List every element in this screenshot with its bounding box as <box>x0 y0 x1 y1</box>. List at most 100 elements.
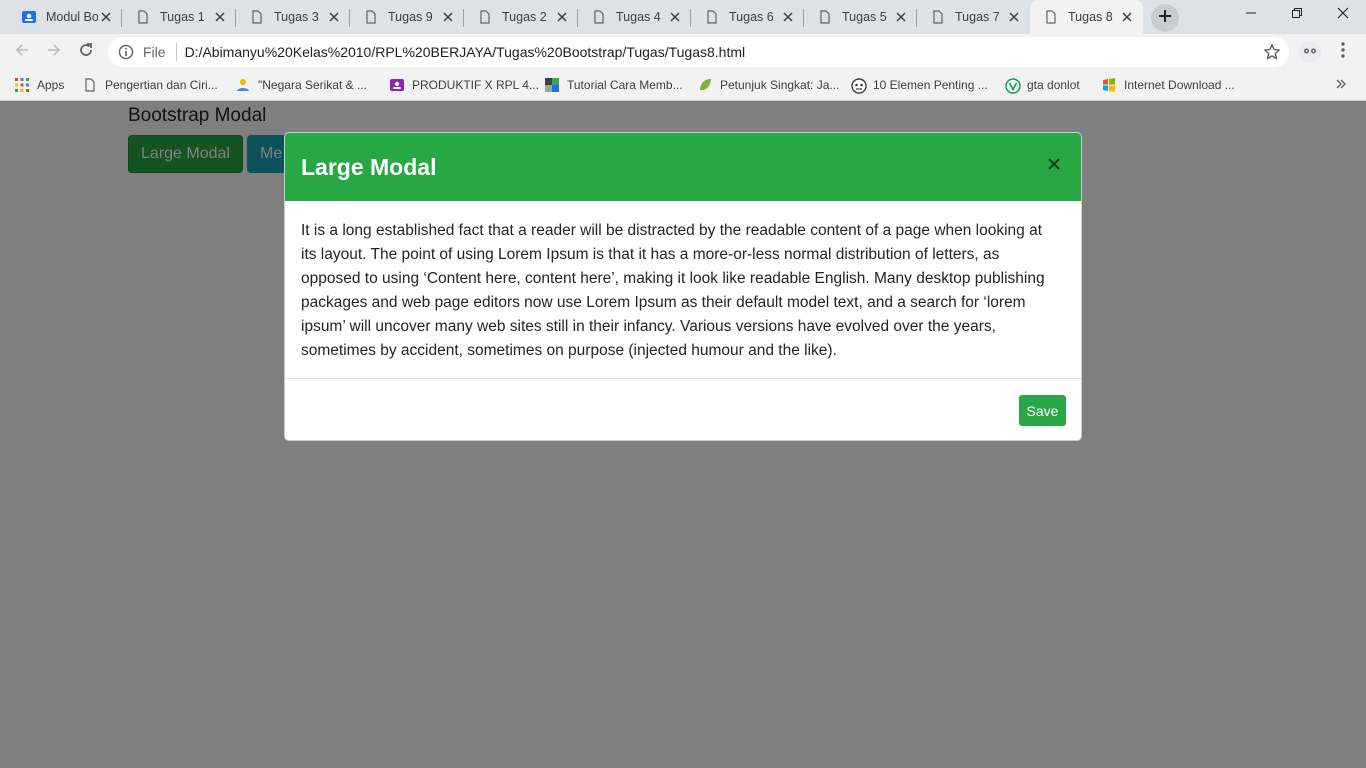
bookmark-negara-serikat[interactable]: "Negara Serikat & ... <box>236 70 367 99</box>
arrow-left-icon <box>14 42 30 63</box>
address-bar[interactable]: File D:/Abimanyu%20Kelas%2010/RPL%20BERJ… <box>108 37 1289 67</box>
url-text[interactable]: D:/Abimanyu%20Kelas%2010/RPL%20BERJAYA/T… <box>185 44 746 60</box>
document-icon <box>705 10 719 24</box>
browser-menu-button[interactable] <box>1333 41 1353 63</box>
document-icon <box>250 10 264 24</box>
tab-tugas-8[interactable]: Tugas 8 <box>1030 0 1143 34</box>
tab-modul-bootstrap[interactable]: Modul Bootstrap <box>8 0 122 34</box>
tab-tugas-1[interactable]: Tugas 1 <box>122 0 236 34</box>
document-icon <box>592 10 606 24</box>
modal-title: Large Modal <box>301 153 437 180</box>
close-icon[interactable] <box>554 9 570 25</box>
close-icon[interactable] <box>440 9 456 25</box>
close-icon[interactable] <box>212 9 228 25</box>
bookmark-apps[interactable]: Apps <box>15 70 64 99</box>
bookmark-tutorial[interactable]: Tutorial Cara Memb... <box>545 70 683 99</box>
close-icon <box>1048 157 1060 175</box>
browser-toolbar: File D:/Abimanyu%20Kelas%2010/RPL%20BERJ… <box>0 34 1366 70</box>
site-icon <box>545 77 559 92</box>
bookmark-internet-download[interactable]: Internet Download ... <box>1102 70 1235 99</box>
minimize-button[interactable] <box>1228 0 1274 30</box>
bookmark-petunjuk[interactable]: Petunjuk Singkat: Ja... <box>698 70 839 99</box>
tab-tugas-5[interactable]: Tugas 5 <box>804 0 917 34</box>
bookmark-label: Tutorial Cara Memb... <box>567 77 683 92</box>
info-icon[interactable] <box>118 44 134 60</box>
save-button[interactable]: Save <box>1019 395 1066 426</box>
profile-avatar[interactable] <box>1299 41 1321 63</box>
site-icon <box>236 78 250 92</box>
close-icon[interactable] <box>1119 9 1135 25</box>
incognito-icon <box>1302 43 1318 61</box>
document-icon <box>364 10 378 24</box>
tab-tugas-3[interactable]: Tugas 3 <box>236 0 350 34</box>
close-icon <box>1337 6 1349 24</box>
minimize-icon <box>1245 6 1257 24</box>
bookmark-10-elemen[interactable]: 10 Elemen Penting ... <box>851 70 988 99</box>
tab-title: Tugas 8 <box>1068 10 1113 24</box>
classroom-icon <box>390 78 404 92</box>
tab-title: Tugas 9 <box>388 10 433 24</box>
tab-title: Tugas 5 <box>842 10 887 24</box>
restore-button[interactable] <box>1274 0 1320 30</box>
tab-title: Modul Bootstrap <box>46 10 98 24</box>
bookmark-pengertian[interactable]: Pengertian dan Ciri... <box>83 70 218 99</box>
chevron-double-right-icon <box>1336 76 1346 92</box>
plus-icon <box>1158 9 1172 28</box>
scheme-label: File <box>143 44 166 60</box>
bookmark-label: Petunjuk Singkat: Ja... <box>720 77 840 92</box>
document-icon <box>478 10 492 24</box>
tab-title: Tugas 3 <box>274 10 319 24</box>
forward-button[interactable] <box>40 38 68 66</box>
bookmark-label: "Negara Serikat & ... <box>258 77 367 92</box>
close-icon[interactable] <box>1006 9 1022 25</box>
close-icon[interactable] <box>893 9 909 25</box>
tab-tugas-6[interactable]: Tugas 6 <box>691 0 804 34</box>
large-modal: Large Modal It is a long established fac… <box>284 132 1082 441</box>
bookmark-label: Apps <box>37 77 65 92</box>
restore-icon <box>1291 6 1303 24</box>
new-tab-button[interactable] <box>1151 4 1179 32</box>
tab-title: Tugas 7 <box>955 10 1000 24</box>
classroom-icon <box>22 10 36 24</box>
tab-tugas-4[interactable]: Tugas 4 <box>578 0 691 34</box>
tab-title: Tugas 4 <box>616 10 661 24</box>
tab-tugas-7[interactable]: Tugas 7 <box>917 0 1030 34</box>
arrow-right-icon <box>46 42 62 63</box>
tab-tugas-2[interactable]: Tugas 2 <box>464 0 578 34</box>
modal-header: Large Modal <box>285 133 1081 201</box>
tab-title: Tugas 6 <box>729 10 774 24</box>
v-logo-icon <box>1005 77 1021 94</box>
close-icon[interactable] <box>667 9 683 25</box>
document-icon <box>136 10 150 24</box>
modal-body-text: It is a long established fact that a rea… <box>301 222 1045 359</box>
tab-title: Tugas 1 <box>160 10 205 24</box>
document-icon <box>1044 10 1058 24</box>
face-icon <box>851 77 867 94</box>
tab-strip: Modul Bootstrap Tugas 1 Tugas 3 Tugas 9 … <box>0 0 1366 34</box>
bookmarks-bar: Apps Pengertian dan Ciri... "Negara Seri… <box>0 70 1366 101</box>
bookmarks-overflow-button[interactable] <box>1336 76 1346 92</box>
close-icon[interactable] <box>98 9 114 25</box>
bookmark-label: gta donlot <box>1027 77 1080 92</box>
reload-icon <box>78 42 94 63</box>
close-icon[interactable] <box>326 9 342 25</box>
omnibox-divider <box>175 43 177 61</box>
document-icon <box>83 77 97 92</box>
bookmark-produktif[interactable]: PRODUKTIF X RPL 4... <box>390 70 539 99</box>
modal-close-button[interactable] <box>1043 155 1065 177</box>
apps-grid-icon <box>15 77 29 92</box>
bookmark-gta-donlot[interactable]: gta donlot <box>1005 70 1080 99</box>
modal-footer: Save <box>285 378 1081 440</box>
more-vert-icon <box>1341 41 1345 63</box>
bookmark-label: PRODUKTIF X RPL 4... <box>412 77 539 92</box>
close-window-button[interactable] <box>1320 0 1366 30</box>
reload-button[interactable] <box>72 38 100 66</box>
page-viewport: Bootstrap Modal Large Modal Me Large Mod… <box>0 101 1366 768</box>
back-button[interactable] <box>8 38 36 66</box>
document-icon <box>818 10 832 24</box>
tab-tugas-9[interactable]: Tugas 9 <box>350 0 464 34</box>
close-icon[interactable] <box>780 9 796 25</box>
star-icon[interactable] <box>1263 43 1281 61</box>
document-icon <box>931 10 945 24</box>
bookmark-label: Pengertian dan Ciri... <box>105 77 218 92</box>
